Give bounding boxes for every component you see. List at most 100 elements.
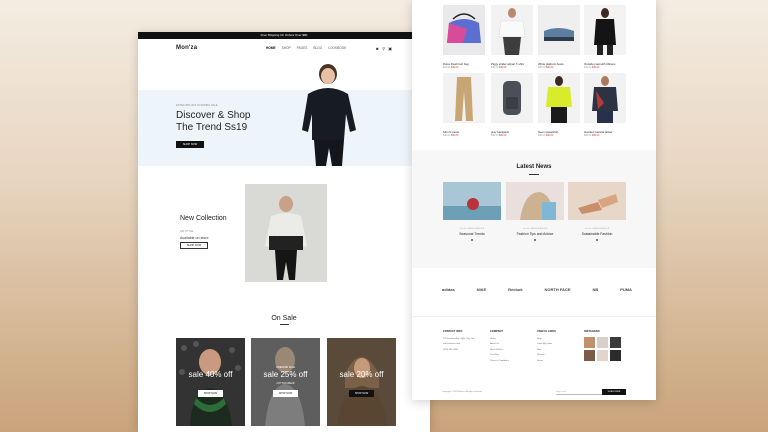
product-price: $40.00 $30.00 [491,134,533,137]
product-image [443,73,485,123]
menu-pages[interactable]: PAGES [297,46,308,50]
product-sale-price: $30.00 [450,134,459,137]
news-dot [534,239,536,241]
sale-card-3-button[interactable]: SHOP NOW [349,390,374,397]
hero-title-line2: The Trend Ss19 [176,122,248,133]
news-image [506,182,564,220]
product-card[interactable]: Slim fit pants $40.00 $30.00 [443,73,485,137]
menu-lookbook[interactable]: LOOKBOOK [328,46,346,50]
product-old-price: $40.00 [538,66,546,69]
brand-north-face[interactable]: NORTH FACE [545,287,571,292]
homepage-right: Dolce Flash belt bag $40.00 $30.00 Piggy… [412,0,656,400]
product-card[interactable]: Dolce Flash belt bag $40.00 $30.00 [443,5,485,69]
nav-icons: ☻ ⚲ ▣ [375,46,392,51]
product-image [538,73,580,123]
user-icon[interactable]: ☻ [375,46,379,51]
news-image [443,182,501,220]
hero-tag: EXTRA 35% OFF IN SPRING SALE [176,104,218,107]
footer-link[interactable]: Terms & Conditions [490,359,509,365]
product-sale-price: $30.00 [450,66,459,69]
product-old-price: $40.00 [443,66,451,69]
product-price: $40.00 $30.00 [584,134,626,137]
footer-company: COMPANY Home About Us Work With Us Our B… [490,329,509,364]
footer-instagram-title: INSTAGRAM [584,330,600,333]
instagram-thumb[interactable] [597,349,608,361]
hero-model-image [302,64,356,166]
footer-contact-title: CONTACT INFO [443,330,463,333]
news-image [568,182,626,220]
footer-company-title: COMPANY [490,330,504,333]
sale-card-2[interactable]: WEEKEND SALE sale 25% off COTTON WEAR SH… [251,338,320,426]
footer-link[interactable]: Shoes [537,359,556,365]
news-meta: Jan 18 · FASHION ADVICE [522,228,548,230]
logo[interactable]: Mon'za [176,45,197,51]
product-old-price: $40.00 [491,134,499,137]
hero-shop-now-button[interactable]: SHOP NOW [176,141,204,148]
brand-reebok[interactable]: Reebok [508,287,522,292]
product-sale-price: $30.00 [545,66,554,69]
product-image [538,5,580,55]
brand-logos: adidas NIKE Reebok NORTH FACE NB PUMA [442,287,632,292]
news-card[interactable]: Jan 18 · FASHION ADVICE Seasonal Trends [443,182,501,241]
subscribe-email-input[interactable]: Enter email [556,389,602,395]
latest-news-title: Latest News [516,164,552,170]
instagram-thumb[interactable] [584,336,595,348]
brand-puma[interactable]: PUMA [620,287,632,292]
menu-home[interactable]: HOME [266,46,276,50]
main-menu: HOME SHOP PAGES BLOG LOOKBOOK [266,46,346,50]
news-card[interactable]: Jan 18 · FASHION ADVICE Fashion Tips and… [506,182,564,241]
product-card[interactable]: Outside coat with ribbons $40.00 $30.00 [584,5,626,69]
search-icon[interactable]: ⚲ [382,46,385,51]
product-card[interactable]: Hooded nautical jacket $40.00 $30.00 [584,73,626,137]
new-collection-image [245,184,327,282]
news-title[interactable]: Sustainable Fashion [568,232,626,236]
product-price: $40.00 $30.00 [491,66,533,69]
sale-card-1[interactable]: sale 40% off SHOP NOW [176,338,245,426]
sale-card-2-button[interactable]: SHOP NOW [273,390,298,397]
product-price: $40.00 $30.00 [443,66,485,69]
cart-icon[interactable]: ▣ [388,46,392,51]
sale-card-3-image [327,338,396,426]
brand-adidas[interactable]: adidas [442,287,455,292]
product-card[interactable]: Neon sweatshirt $40.00 $30.00 [538,73,580,137]
news-title[interactable]: Seasonal Trends [443,232,501,236]
instagram-thumb[interactable] [610,336,621,348]
footer-phone: (123) 456-7890 [443,348,458,351]
brand-nike[interactable]: NIKE [477,287,487,292]
product-card[interactable]: White platform boots $40.00 $30.00 [538,5,580,69]
top-nav: Mon'za HOME SHOP PAGES BLOG LOOKBOOK ☻ ⚲… [138,39,430,57]
new-collection-sub: ADI STYLE [180,230,194,233]
news-card[interactable]: Jan 18 · FASHION ADVICE Sustainable Fash… [568,182,626,241]
brand-new-balance[interactable]: NB [592,287,598,292]
on-sale-title: On Sale [271,315,297,322]
instagram-thumb[interactable] [610,349,621,361]
news-meta: Jan 18 · FASHION ADVICE [459,228,485,230]
menu-shop[interactable]: SHOP [282,46,291,50]
product-sale-price: $30.00 [591,66,600,69]
product-price: $40.00 $30.00 [443,134,485,137]
instagram-thumb[interactable] [597,336,608,348]
product-image [491,5,533,55]
new-collection-shop-button[interactable]: SHOP NOW [180,242,208,249]
product-sale-price: $30.00 [591,134,600,137]
hero-title: Discover & Shop The Trend Ss19 [176,110,250,134]
sale-card-3[interactable]: sale 20% off SHOP NOW [327,338,396,426]
subscribe-button[interactable]: SUBSCRIBE [602,389,626,395]
hero-title-line1: Discover & Shop [176,110,251,121]
product-old-price: $40.00 [491,66,499,69]
sale-card-1-button[interactable]: SHOP NOW [198,390,223,397]
menu-blog[interactable]: BLOG [313,46,322,50]
product-card[interactable]: gray backpack $40.00 $30.00 [491,73,533,137]
new-collection-availability: Available on store [180,236,209,240]
footer-links-title: USEFUL LINKS [537,330,556,333]
footer-useful-links: USEFUL LINKS Help Track My Order Men Wom… [537,329,556,364]
homepage-left: Free Shipping On Orders Over $80 Mon'za … [138,32,430,432]
copyright: Copyright © 2023 Mon'za. All rights rese… [442,391,483,393]
product-sale-price: $30.00 [498,134,507,137]
product-sale-price: $30.00 [498,66,507,69]
news-title[interactable]: Fashion Tips and Advice [506,232,564,236]
instagram-thumb[interactable] [584,349,595,361]
instagram-grid [584,336,621,361]
sale-card-1-title: sale 40% off [188,370,233,379]
product-card[interactable]: Piggy strider airpart T-shirt $40.00 $30… [491,5,533,69]
